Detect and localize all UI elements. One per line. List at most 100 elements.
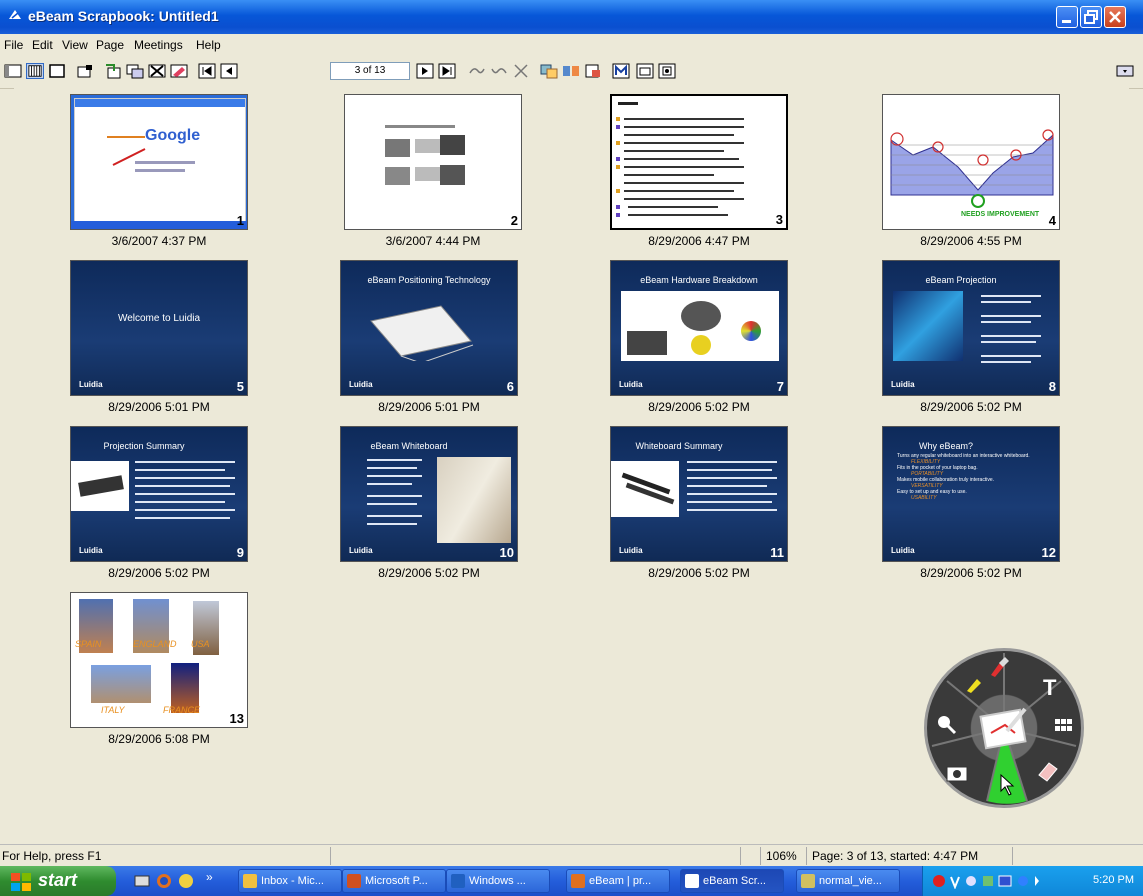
zoom-level: 106%	[766, 849, 797, 863]
capture-area-icon[interactable]	[636, 63, 654, 79]
thumbnail-caption: 8/29/2006 5:08 PM	[108, 732, 210, 746]
projection-photo	[893, 291, 963, 361]
slide-title: eBeam Projection	[925, 275, 997, 285]
menu-page[interactable]: Page	[96, 38, 124, 52]
taskbar-button-label: eBeam | pr...	[589, 875, 652, 887]
taskbar-button[interactable]: Microsoft P...	[342, 869, 446, 893]
taskbar-button[interactable]: eBeam Scr...	[680, 869, 784, 893]
laptop-illustration	[370, 305, 474, 361]
thumbnail-view-icon[interactable]	[26, 63, 44, 79]
ebeam-tool-palette[interactable]: T	[924, 648, 1084, 808]
taskbar-button[interactable]: Inbox - Mic...	[238, 869, 342, 893]
menu-bar: File Edit View Page Meetings Help	[0, 34, 1143, 56]
app-icon	[347, 874, 361, 888]
thumbnail-4[interactable]: NEEDS IMPROVEMENT 4	[882, 94, 1060, 230]
thumbnail-6[interactable]: eBeam Positioning Technology Luidia 6	[340, 260, 518, 396]
slide-title: Whiteboard Summary	[635, 441, 723, 451]
import-icon[interactable]	[104, 63, 122, 79]
menu-file[interactable]: File	[4, 38, 23, 52]
delete-page-icon[interactable]	[148, 63, 166, 79]
page-number: 4	[1048, 213, 1056, 228]
window-title: eBeam Scrapbook: Untitled1	[28, 8, 219, 24]
close-button[interactable]	[1104, 6, 1126, 28]
thumbnail-3[interactable]: 3	[610, 94, 788, 230]
slide-title: Why eBeam?	[918, 441, 974, 451]
label-usa: USA	[191, 639, 210, 649]
start-button[interactable]: start	[0, 866, 116, 896]
thumbnail-7[interactable]: eBeam Hardware Breakdown Luidia 7	[610, 260, 788, 396]
eraser-icon[interactable]	[1035, 759, 1061, 783]
print-icon[interactable]	[584, 63, 602, 79]
quicklaunch-icon[interactable]	[178, 873, 194, 889]
thumbnail-9[interactable]: Projection Summary Luidia 9	[70, 426, 248, 562]
menu-edit[interactable]: Edit	[32, 38, 53, 52]
menu-help[interactable]: Help	[196, 38, 221, 52]
list-preview	[616, 117, 744, 217]
slide-title: eBeam Whiteboard	[370, 441, 448, 451]
page-number: 13	[229, 711, 244, 726]
thumbnail-caption: 8/29/2006 5:02 PM	[378, 566, 480, 580]
toolbar-options-icon[interactable]	[1116, 63, 1134, 79]
full-page-view-icon[interactable]	[48, 63, 66, 79]
thumbnail-caption: 8/29/2006 5:02 PM	[920, 566, 1022, 580]
taskbar-button-label: Inbox - Mic...	[261, 875, 324, 887]
undo-icon[interactable]	[468, 63, 486, 79]
thumbnail-2[interactable]: 2	[344, 94, 522, 230]
tray-icons[interactable]	[931, 873, 1041, 889]
taskbar-button[interactable]: Windows ...	[446, 869, 550, 893]
start-label: start	[38, 870, 78, 890]
thumbnail-5[interactable]: Welcome to Luidia Luidia 5	[70, 260, 248, 396]
capture-window-icon[interactable]	[658, 63, 676, 79]
yellow-highlighter-icon[interactable]	[963, 671, 987, 695]
page-number: 11	[770, 545, 784, 560]
share-icon[interactable]	[562, 63, 580, 79]
scrapbook-center-icon[interactable]	[977, 703, 1031, 753]
thumbnail-13[interactable]: SPAIN ENGLAND USA ITALY FRANCE 13	[70, 592, 248, 728]
red-marker-icon[interactable]	[987, 655, 1011, 679]
new-page-icon[interactable]	[76, 63, 94, 79]
camera-icon[interactable]	[945, 761, 969, 783]
restore-button[interactable]	[1080, 6, 1102, 28]
page-grid-icon[interactable]	[1053, 715, 1075, 737]
page-number: 8	[1048, 379, 1056, 394]
previous-page-icon[interactable]	[220, 63, 238, 79]
pointer-arrow-icon[interactable]	[995, 773, 1017, 797]
magnifier-icon[interactable]	[935, 713, 957, 735]
show-desktop-icon[interactable]	[134, 873, 150, 889]
thumbnail-12[interactable]: Why eBeam? Turns any regular whiteboard …	[882, 426, 1060, 562]
minimize-icon	[1062, 20, 1071, 23]
last-page-icon[interactable]	[438, 63, 456, 79]
next-page-icon[interactable]	[416, 63, 434, 79]
thumbnail-10[interactable]: eBeam Whiteboard Luidia 10	[340, 426, 518, 562]
send-page-icon[interactable]	[540, 63, 558, 79]
clear-page-icon[interactable]	[170, 63, 188, 79]
delete-icon[interactable]	[512, 63, 530, 79]
label-england: ENGLAND	[133, 639, 177, 649]
firefox-quicklaunch-icon[interactable]	[156, 873, 172, 889]
page-indicator-field[interactable]: 3 of 13	[330, 62, 410, 80]
taskbar-button-label: normal_vie...	[819, 875, 882, 887]
luidia-logo: Luidia	[619, 546, 643, 555]
text-tool-icon[interactable]: T	[1043, 675, 1056, 701]
redo-icon[interactable]	[490, 63, 508, 79]
page-number: 3	[775, 212, 783, 227]
first-page-icon[interactable]	[198, 63, 216, 79]
label-france: FRANCE	[163, 705, 201, 715]
duplicate-page-icon[interactable]	[126, 63, 144, 79]
whiteboard-photo	[437, 457, 511, 543]
menu-meetings[interactable]: Meetings	[134, 38, 183, 52]
single-page-view-icon[interactable]	[4, 63, 22, 79]
toolbar: 3 of 13	[0, 56, 1143, 89]
meeting-icon[interactable]	[612, 63, 630, 79]
quicklaunch-overflow-icon[interactable]: »	[206, 870, 213, 884]
minimize-button[interactable]	[1056, 6, 1078, 28]
taskbar-button[interactable]: normal_vie...	[796, 869, 900, 893]
taskbar-button[interactable]: eBeam | pr...	[566, 869, 670, 893]
thumbnail-11[interactable]: Whiteboard Summary Luidia 11	[610, 426, 788, 562]
page-number: 1	[236, 213, 244, 228]
thumbnail-1[interactable]: Google 1	[70, 94, 248, 230]
thumbnail-caption: 3/6/2007 4:44 PM	[385, 234, 481, 248]
app-icon	[243, 874, 257, 888]
menu-view[interactable]: View	[62, 38, 88, 52]
thumbnail-8[interactable]: eBeam Projection Luidia 8	[882, 260, 1060, 396]
